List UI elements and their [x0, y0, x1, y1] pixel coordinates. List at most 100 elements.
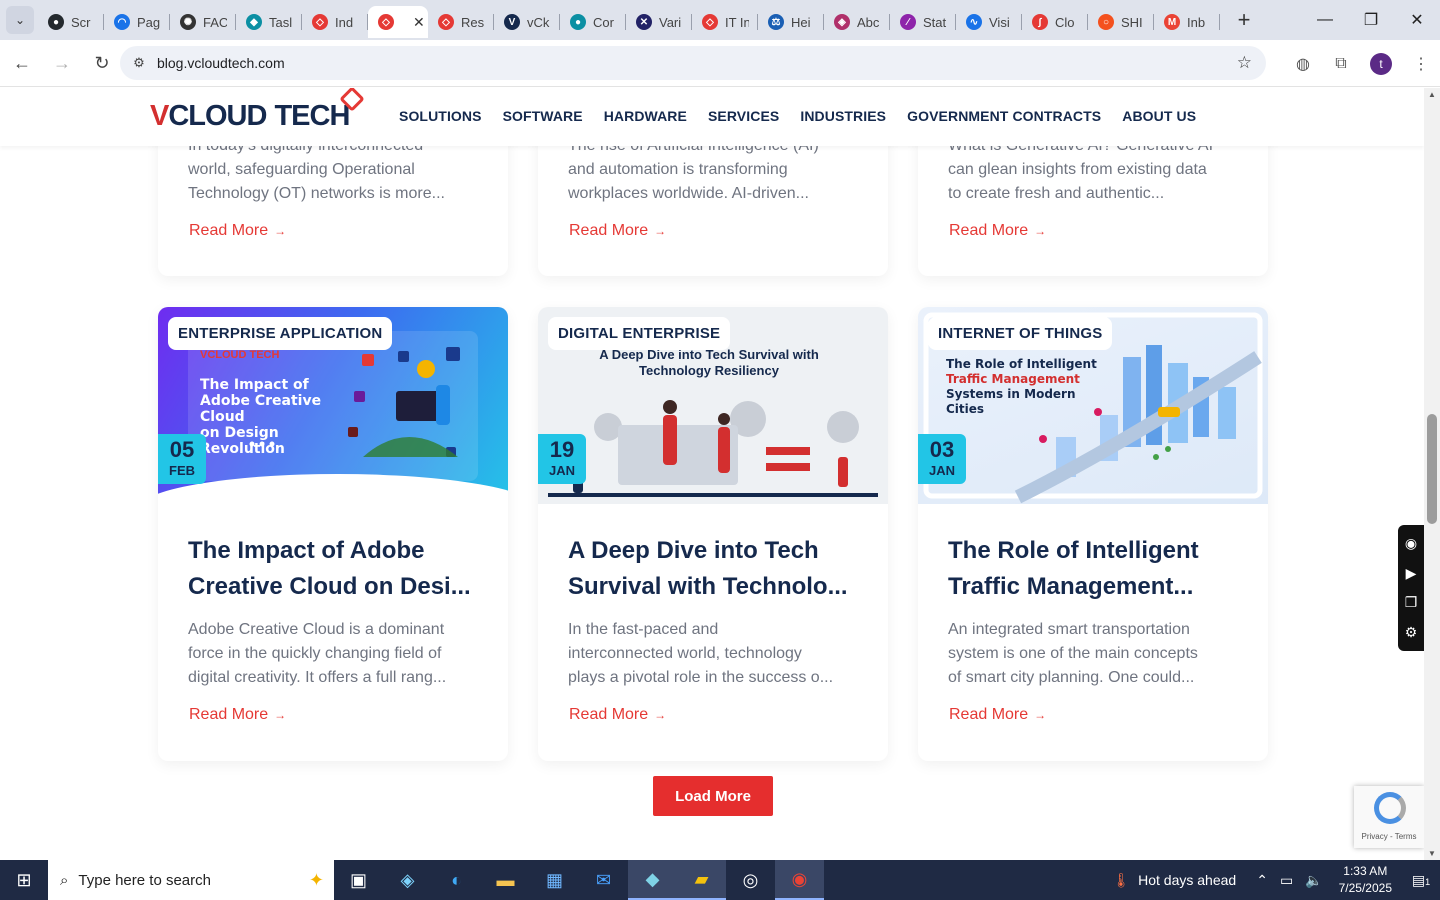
tab-0[interactable]: ● Scr: [38, 6, 104, 38]
extensions-icon[interactable]: ⧉: [1322, 55, 1360, 73]
restore-icon[interactable]: ❐: [1348, 0, 1394, 40]
notifications-icon[interactable]: ▤1: [1402, 872, 1440, 889]
back-icon[interactable]: ←: [4, 45, 40, 81]
nav-government-contracts[interactable]: GOVERNMENT CONTRACTS: [907, 108, 1101, 124]
card-title[interactable]: A Deep Dive into Tech Survival with Tech…: [568, 533, 860, 605]
read-more-link[interactable]: Read More →: [569, 222, 666, 240]
copilot-icon[interactable]: ◈: [383, 860, 432, 900]
scroll-up-icon[interactable]: ▲: [1428, 90, 1436, 99]
tab-14[interactable]: ∿ Visi: [956, 6, 1022, 38]
nav-solutions[interactable]: SOLUTIONS: [399, 108, 482, 124]
task-view-icon[interactable]: ▣: [334, 860, 383, 900]
tab-6[interactable]: ◇ Res: [428, 6, 494, 38]
tab-title: Cor: [593, 14, 614, 30]
tab-8[interactable]: ● Cor: [560, 6, 626, 38]
camera-icon[interactable]: ◉: [1405, 535, 1417, 552]
category-badge[interactable]: DIGITAL ENTERPRISE: [548, 317, 731, 350]
window-capture-icon[interactable]: ❐: [1405, 594, 1418, 611]
recaptcha-badge[interactable]: Privacy - Terms: [1354, 786, 1424, 848]
scroll-down-icon[interactable]: ▼: [1428, 849, 1436, 858]
read-more-label: Read More: [949, 222, 1029, 239]
tab-15[interactable]: ∫ Clo: [1022, 6, 1088, 38]
nav-industries[interactable]: INDUSTRIES: [800, 108, 886, 124]
translate-icon[interactable]: ◍: [1284, 54, 1322, 74]
tab-search-button[interactable]: ⌄: [6, 6, 34, 34]
chevron-up-icon[interactable]: ⌃: [1256, 872, 1268, 889]
menu-icon[interactable]: ⋮: [1402, 54, 1440, 74]
recaptcha-links[interactable]: Privacy - Terms: [1362, 832, 1417, 841]
tab-10[interactable]: ◇ IT In: [692, 6, 758, 38]
tab-1[interactable]: ◠ Pag: [104, 6, 170, 38]
card-title[interactable]: The Impact of Adobe Creative Cloud on De…: [188, 533, 480, 605]
site-logo[interactable]: V CLOUD TECH: [150, 88, 366, 136]
new-tab-button[interactable]: +: [1232, 7, 1256, 33]
tab-4[interactable]: ◇ Ind: [302, 6, 368, 38]
taskbar-search[interactable]: ⌕ Type here to search ✦: [48, 860, 334, 900]
openai-icon: ✺: [180, 14, 196, 30]
video-icon[interactable]: ▶: [1406, 565, 1417, 582]
tab-12[interactable]: ◈ Abc: [824, 6, 890, 38]
site-info-icon[interactable]: ⚙: [128, 55, 150, 71]
title-line: The Impact of Adobe: [188, 537, 425, 564]
card-excerpt: An integrated smart transportation syste…: [948, 618, 1240, 690]
file-explorer-icon[interactable]: ▬: [481, 860, 530, 900]
read-more-link[interactable]: Read More →: [189, 222, 286, 240]
category-badge[interactable]: INTERNET OF THINGS: [928, 317, 1113, 350]
nav-services[interactable]: SERVICES: [708, 108, 779, 124]
profile-avatar[interactable]: t: [1370, 52, 1392, 75]
read-more-link[interactable]: Read More →: [189, 706, 286, 724]
scrollbar-thumb[interactable]: [1427, 414, 1437, 524]
bookmark-star-icon[interactable]: ☆: [1237, 53, 1252, 73]
zoom-icon[interactable]: ◎: [726, 860, 775, 900]
read-more-link[interactable]: Read More →: [949, 706, 1046, 724]
weather-widget[interactable]: 🌡 Hot days ahead: [1112, 872, 1236, 889]
nav-about-us[interactable]: ABOUT US: [1122, 108, 1196, 124]
close-window-icon[interactable]: ✕: [1394, 0, 1440, 40]
settings-icon[interactable]: ⚙: [1405, 624, 1418, 641]
volume-icon[interactable]: 🔈: [1305, 872, 1322, 889]
card-title[interactable]: The Role of Intelligent Traffic Manageme…: [948, 533, 1240, 605]
minimize-icon[interactable]: —: [1302, 0, 1348, 40]
url-text[interactable]: blog.vcloudtech.com: [157, 55, 285, 71]
edge-icon[interactable]: ◐: [432, 860, 481, 900]
nav-software[interactable]: SOFTWARE: [503, 108, 583, 124]
chrome-icon[interactable]: ◉: [775, 860, 824, 900]
thumbnail-line: Systems in Modern Cities: [946, 387, 1076, 416]
cloud-script-icon: ∫: [1032, 14, 1048, 30]
tab-active[interactable]: ◇ ✕: [368, 6, 428, 38]
card-thumbnail[interactable]: The Role of Intelligent Traffic Manageme…: [918, 307, 1268, 504]
page-scrollbar[interactable]: ▲ ▼: [1424, 88, 1440, 860]
clock[interactable]: 1:33 AM 7/25/2025: [1339, 863, 1392, 897]
close-tab-icon[interactable]: ✕: [413, 14, 425, 31]
tab-13[interactable]: ∕ Stat: [890, 6, 956, 38]
load-more-button[interactable]: Load More: [653, 776, 773, 816]
tab-11[interactable]: ⚖ Hei: [758, 6, 824, 38]
blog-card: The Role of Intelligent Traffic Manageme…: [918, 307, 1268, 761]
read-more-link[interactable]: Read More →: [949, 222, 1046, 240]
store-icon[interactable]: ▦: [530, 860, 579, 900]
tab-title: SHI: [1121, 14, 1143, 30]
network-icon[interactable]: ▭: [1280, 872, 1293, 889]
sticky-notes-icon[interactable]: ▰: [677, 860, 726, 900]
mail-icon[interactable]: ✉: [579, 860, 628, 900]
app-diamond-icon[interactable]: ◆: [628, 860, 677, 900]
windows-start-icon[interactable]: ⊞: [0, 860, 48, 900]
tab-3[interactable]: ◆ Tasl: [236, 6, 302, 38]
thumbnail-line: The Role of Intelligent: [946, 357, 1097, 371]
reload-icon[interactable]: ↻: [84, 45, 120, 81]
category-badge[interactable]: ENTERPRISE APPLICATION: [168, 317, 393, 350]
card-thumbnail[interactable]: A Deep Dive into Tech Survival with Tech…: [538, 307, 888, 504]
tab-9[interactable]: ✕ Vari: [626, 6, 692, 38]
tab-17[interactable]: M Inb: [1154, 6, 1220, 38]
arrow-right-icon: →: [274, 224, 287, 238]
date-day: 05: [169, 437, 195, 462]
tab-7[interactable]: VvCk: [494, 6, 560, 38]
tab-16[interactable]: ○ SHI: [1088, 6, 1154, 38]
forward-icon[interactable]: →: [44, 45, 80, 81]
card-thumbnail[interactable]: VCLOUD TECH The Impact of Adobe Creative…: [158, 307, 508, 504]
nav-hardware[interactable]: HARDWARE: [604, 108, 687, 124]
vcloud-v-icon: V: [504, 14, 520, 30]
tab-2[interactable]: ✺ FAC: [170, 6, 236, 38]
read-more-link[interactable]: Read More →: [569, 706, 666, 724]
address-bar[interactable]: ⚙ blog.vcloudtech.com ☆: [120, 46, 1266, 80]
